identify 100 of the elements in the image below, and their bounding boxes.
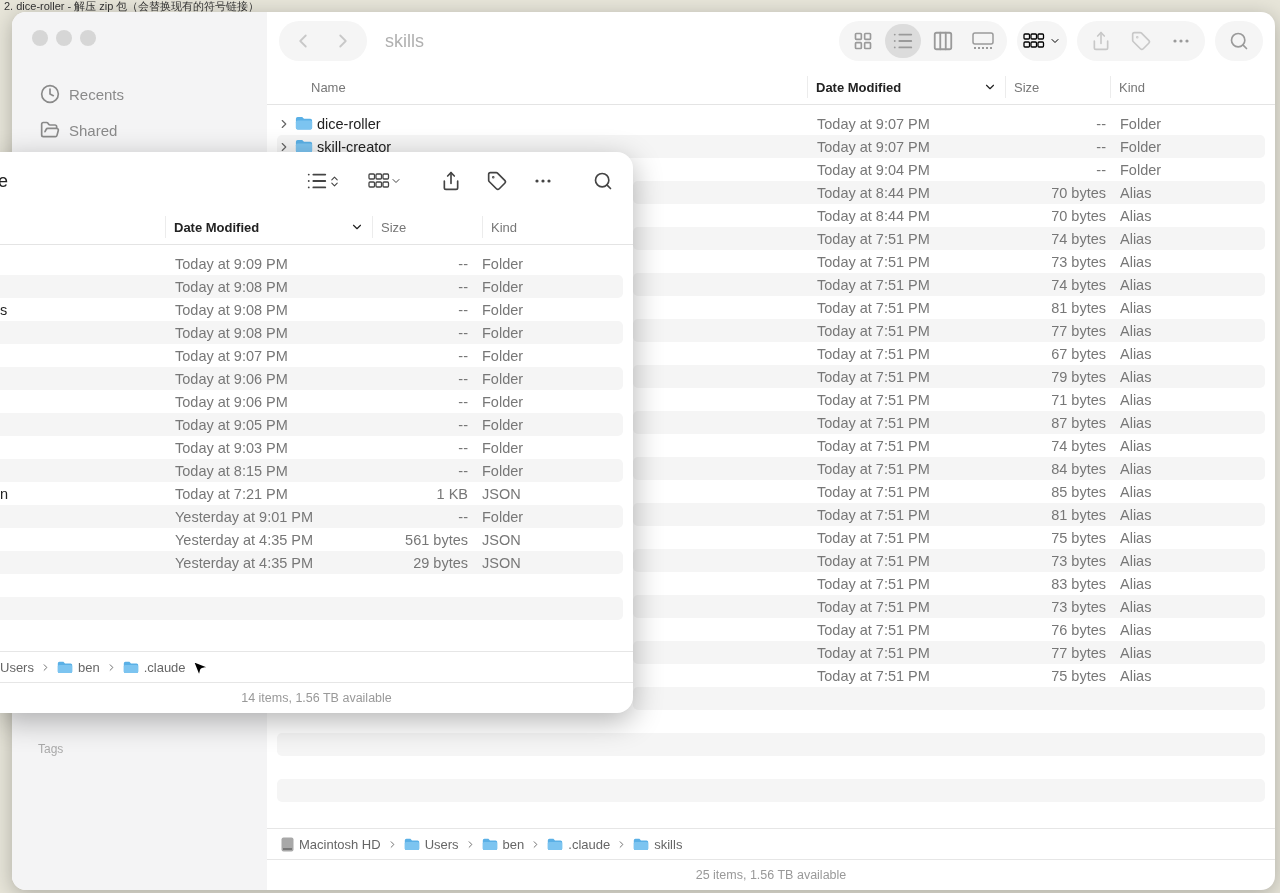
kind-cell-text: Folder [1120,138,1163,155]
date-cell-text: Today at 8:44 PM [817,184,931,201]
path-item[interactable]: Macintosh HD [281,836,381,852]
date-cell-text: Today at 9:07 PM [175,347,289,364]
path-item[interactable]: .claude [122,659,186,675]
file-row[interactable]: Yesterday at 4:35 PM 29 bytes JSON [0,551,623,574]
size-cell-text: 74 bytes [1050,437,1107,454]
kind-cell-text: Alias [1120,299,1153,316]
size-cell-text: 81 bytes [1050,506,1107,523]
file-row[interactable]: skill-creator Today at 9:07 PM -- Folder [277,135,1265,158]
file-row[interactable]: Today at 7:51 PM 81 bytes Alias [633,503,1265,526]
path-item[interactable]: Users [403,836,459,852]
kind-cell-text: Folder [1120,115,1163,132]
file-row[interactable]: Today at 7:51 PM 87 bytes Alias [633,411,1265,434]
size-cell-text: -- [457,301,469,318]
file-row[interactable]: Today at 7:51 PM 74 bytes Alias [633,273,1265,296]
size-cell-text: 561 bytes [404,531,469,548]
size-cell-text: -- [457,278,469,295]
kind-cell-text: Alias [1120,230,1153,247]
group-button[interactable] [1017,21,1067,61]
size-cell-text: 77 bytes [1050,644,1107,661]
kind-cell-text: Folder [482,393,525,410]
sidebar-item[interactable]: Recents [32,76,267,112]
path-item[interactable]: ben [56,659,100,675]
file-row[interactable]: Today at 7:51 PM 73 bytes Alias [633,549,1265,572]
file-row[interactable]: Today at 7:51 PM 84 bytes Alias [633,457,1265,480]
file-row[interactable]: Today at 8:44 PM 70 bytes Alias [633,181,1265,204]
kind-cell-text: Alias [1120,437,1153,454]
path-item[interactable]: Users [0,659,34,675]
file-name: skill-creator [317,138,392,155]
file-row[interactable]: Today at 9:05 PM -- Folder [0,413,623,436]
window-control[interactable] [32,30,48,46]
size-cell-text: 73 bytes [1050,598,1107,615]
size-cell-text: -- [457,439,469,456]
search-icon [1229,31,1249,51]
sidebar-heading: Tags [37,742,65,756]
size-cell-text: 67 bytes [1050,345,1107,362]
date-cell-text: Today at 9:08 PM [175,301,289,318]
kind-cell-text: Alias [1120,276,1153,293]
size-cell-text: -- [457,462,469,479]
date-cell-text: Yesterday at 9:01 PM [175,508,315,525]
clock-icon [40,84,60,104]
file-name: n [0,485,9,502]
size-cell-text: 81 bytes [1050,299,1107,316]
size-cell-text: 71 bytes [1050,391,1107,408]
folder-icon [40,120,60,140]
size-cell-text: 84 bytes [1050,460,1107,477]
file-row[interactable]: Today at 7:51 PM 74 bytes Alias [633,227,1265,250]
sidebar-item[interactable]: Shared [32,112,267,148]
date-cell-text: Today at 7:51 PM [817,621,931,638]
file-row[interactable]: Today at 8:15 PM -- Folder [0,459,623,482]
window-control[interactable] [56,30,72,46]
file-row[interactable]: Today at 9:08 PM -- Folder [0,275,623,298]
date-cell-text: Today at 7:51 PM [817,598,931,615]
kind-cell-text: Alias [1120,253,1153,270]
column-header[interactable]: Kind [482,216,633,238]
kind-cell-text: Alias [1120,529,1153,546]
file-row[interactable]: Today at 9:08 PM -- Folder [0,321,623,344]
date-cell-text: Today at 7:51 PM [817,276,931,293]
date-cell-text: Today at 7:51 PM [817,644,931,661]
date-cell-text: Today at 7:51 PM [817,345,931,362]
date-cell-text: Today at 7:51 PM [817,368,931,385]
file-name: dice-roller [317,115,381,132]
date-cell-text: Today at 7:51 PM [817,437,931,454]
file-row[interactable]: Yesterday at 9:01 PM -- Folder [0,505,623,528]
column-header[interactable]: Date Modified [165,216,372,238]
file-row[interactable]: Today at 7:51 PM 77 bytes Alias [633,319,1265,342]
folder-icon [56,660,73,674]
file-row[interactable]: Today at 7:51 PM 79 bytes Alias [633,365,1265,388]
file-row[interactable]: Today at 9:06 PM -- Folder [0,367,623,390]
path-item[interactable]: .claude [547,836,611,852]
date-cell-text: Today at 8:15 PM [175,462,289,479]
size-cell-text: 75 bytes [1050,667,1107,684]
size-cell-text: -- [1095,115,1107,132]
document-text: 2. dice-roller - 解压 zip 包（会替换现有的符号链接） [4,0,260,12]
window-control[interactable] [80,30,96,46]
size-cell-text: 85 bytes [1050,483,1107,500]
folder-icon [547,837,564,851]
file-row[interactable]: Today at 7:51 PM 77 bytes Alias [633,641,1265,664]
size-cell-text: 73 bytes [1050,253,1107,270]
status-text: 14 items, 1.56 TB available [240,690,393,707]
column-header[interactable]: Name [267,76,807,98]
kind-cell-text: Alias [1120,368,1153,385]
date-cell-text: Today at 9:09 PM [175,255,289,272]
file-row[interactable]: Today at 7:51 PM 73 bytes Alias [633,595,1265,618]
date-cell-text: Today at 7:51 PM [817,460,931,477]
path-item[interactable]: ben [481,836,525,852]
kind-cell-text: Alias [1120,667,1153,684]
date-cell-text: Yesterday at 4:35 PM [175,531,315,548]
column-header[interactable]: Size [1005,76,1110,98]
kind-cell-text: JSON [482,531,522,548]
size-cell-text: -- [457,416,469,433]
path-item[interactable]: skills [633,836,683,852]
folder-icon [295,139,313,154]
column-header[interactable]: Kind [1110,76,1275,98]
kind-cell-text: Alias [1120,207,1153,224]
column-header[interactable]: Size [372,216,482,238]
share-icon [441,171,461,191]
date-cell-text: Today at 9:04 PM [817,161,931,178]
column-header[interactable]: Date Modified [807,76,1005,98]
